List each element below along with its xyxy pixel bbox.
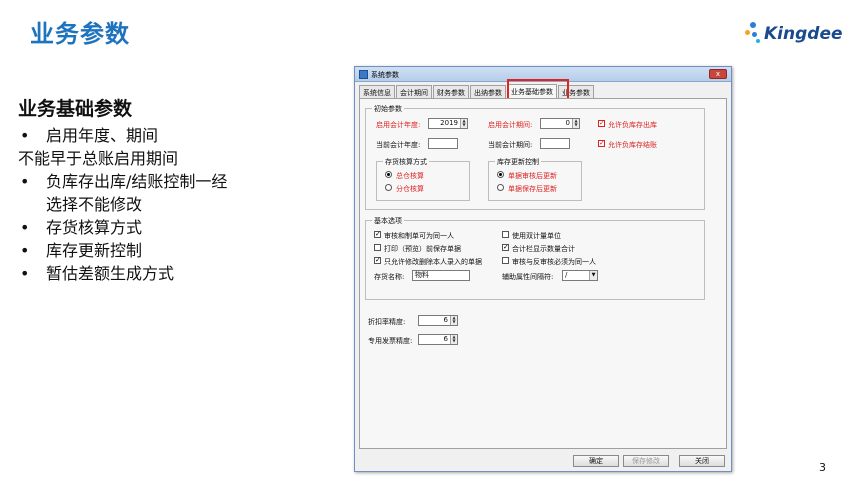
update-after-approve-label: 单据审核后更新 — [508, 172, 557, 180]
total-qty-checkbox[interactable]: ✓ — [502, 244, 509, 251]
logo-dot-icon — [752, 32, 757, 37]
print-preview-checkbox[interactable] — [374, 244, 381, 251]
dual-unit-checkbox[interactable] — [502, 231, 509, 238]
total-qty-label: 合计栏显示数量合计 — [512, 245, 575, 253]
button-bar: 确定 保存修改 关闭 — [355, 453, 731, 469]
tab-panel: 初始参数 启用会计年度: 2019 ▲ ▼ 启用会计期间: 0 ▲ ▼ ✓ 允许负库… — [359, 98, 727, 449]
basic-options-group: 基本选项 ✓ 审核和制单可为同一人 使用双计量单位 打印（预览）前保存单据 ✓ … — [365, 216, 705, 300]
same-person-label: 审核和制单可为同一人 — [384, 232, 454, 240]
highlight-box — [507, 79, 569, 100]
slide-title: 业务参数 — [30, 20, 130, 48]
print-preview-label: 打印（预览）前保存单据 — [384, 245, 461, 253]
dual-unit-label: 使用双计量单位 — [512, 232, 561, 240]
start-period-label: 启用会计期间: — [488, 121, 533, 129]
inventory-name-label: 存货名称: — [374, 273, 405, 281]
inventory-name-field[interactable]: 物料 — [412, 270, 470, 281]
aux-separator-select[interactable]: / ▼ — [562, 270, 598, 281]
group-legend: 库存更新控制 — [495, 157, 541, 167]
content-line: 不能早于总账启用期间 — [18, 149, 179, 168]
page-number: 3 — [819, 461, 826, 474]
approve-reverse-label: 审核与反审核必须为同一人 — [512, 258, 596, 266]
start-period-stepper[interactable]: 0 ▲ ▼ — [540, 118, 580, 129]
app-icon — [359, 70, 368, 79]
group-legend: 存货核算方式 — [383, 157, 429, 167]
chevron-down-icon[interactable]: ▼ — [589, 271, 597, 280]
current-period-field[interactable] — [540, 138, 570, 149]
start-year-label: 启用会计年度: — [376, 121, 421, 129]
close-icon[interactable]: x — [709, 69, 727, 79]
logo-dot-icon — [750, 22, 756, 28]
costing-total-radio[interactable] — [385, 171, 392, 178]
costing-by-warehouse-label: 分仓核算 — [396, 185, 424, 193]
spin-arrows-icon[interactable]: ▲ ▼ — [450, 335, 457, 344]
current-year-field[interactable] — [428, 138, 458, 149]
discount-precision-label: 折扣率精度: — [368, 318, 406, 326]
spin-arrows-icon[interactable]: ▲ ▼ — [460, 119, 467, 128]
stock-update-group: 库存更新控制 单据审核后更新 单据保存后更新 — [488, 157, 582, 201]
logo-text: Kingdee — [764, 24, 843, 44]
tab-finance-params[interactable]: 财务参数 — [433, 85, 469, 98]
update-after-save-label: 单据保存后更新 — [508, 185, 557, 193]
costing-total-label: 总仓核算 — [396, 172, 424, 180]
group-legend: 初始参数 — [372, 104, 404, 114]
content-line: • 存货核算方式 — [20, 218, 143, 237]
initial-params-group: 初始参数 启用会计年度: 2019 ▲ ▼ 启用会计期间: 0 ▲ ▼ ✓ 允许负库… — [365, 104, 705, 210]
ok-button[interactable]: 确定 — [573, 455, 619, 467]
content-line: 选择不能修改 — [46, 195, 143, 214]
dialog-title: 系统参数 — [371, 71, 399, 79]
group-legend: 基本选项 — [372, 216, 404, 226]
content-line: • 暂估差额生成方式 — [20, 264, 175, 283]
current-year-label: 当前会计年度: — [376, 141, 421, 149]
content-heading: 业务基础参数 — [18, 98, 133, 120]
edit-own-only-label: 只允许修改删除本人录入的单据 — [384, 258, 482, 266]
kingdee-logo: Kingdee — [742, 18, 843, 48]
content-line: • 库存更新控制 — [20, 241, 143, 260]
save-edit-button[interactable]: 保存修改 — [623, 455, 669, 467]
tab-cashier-params[interactable]: 出纳参数 — [470, 85, 506, 98]
start-year-stepper[interactable]: 2019 ▲ ▼ — [428, 118, 468, 129]
system-params-dialog: 系统参数 x 系统信息 会计期间 财务参数 出纳参数 业务基础参数 业务参数 初… — [354, 66, 732, 472]
discount-precision-stepper[interactable]: 6 ▲ ▼ — [418, 315, 458, 326]
edit-own-only-checkbox[interactable]: ✓ — [374, 257, 381, 264]
slide-content: 业务基础参数 • 启用年度、期间 不能早于总账启用期间 • 负库存出库/结账控制一经… — [18, 96, 338, 285]
tab-accounting-period[interactable]: 会计期间 — [396, 85, 432, 98]
costing-by-warehouse-radio[interactable] — [385, 184, 392, 191]
costing-method-group: 存货核算方式 总仓核算 分仓核算 — [376, 157, 470, 201]
approve-reverse-checkbox[interactable] — [502, 257, 509, 264]
update-after-approve-radio[interactable] — [497, 171, 504, 178]
spin-arrows-icon[interactable]: ▲ ▼ — [450, 316, 457, 325]
same-person-checkbox[interactable]: ✓ — [374, 231, 381, 238]
allow-negative-close-label: 允许负库存结账 — [608, 141, 657, 149]
logo-dot-icon — [756, 39, 760, 43]
invoice-precision-stepper[interactable]: 6 ▲ ▼ — [418, 334, 458, 345]
close-button[interactable]: 关闭 — [679, 455, 725, 467]
content-line: • 启用年度、期间 — [20, 126, 159, 145]
content-line: • 负库存出库/结账控制一经 — [20, 172, 228, 191]
logo-dot-icon — [745, 30, 750, 35]
update-after-save-radio[interactable] — [497, 184, 504, 191]
current-period-label: 当前会计期间: — [488, 141, 533, 149]
aux-separator-label: 辅助属性间隔符: — [502, 273, 554, 281]
allow-negative-out-label: 允许负库存出库 — [608, 121, 657, 129]
invoice-precision-label: 专用发票精度: — [368, 337, 413, 345]
tab-system-info[interactable]: 系统信息 — [359, 85, 395, 98]
spin-arrows-icon[interactable]: ▲ ▼ — [572, 119, 579, 128]
allow-negative-out-checkbox[interactable]: ✓ — [598, 120, 605, 127]
allow-negative-close-checkbox[interactable]: ✓ — [598, 140, 605, 147]
